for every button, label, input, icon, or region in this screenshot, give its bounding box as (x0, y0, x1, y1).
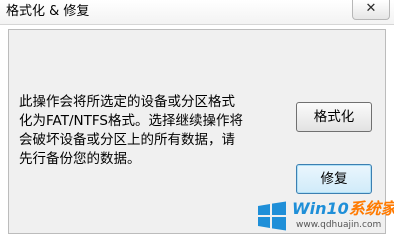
watermark: Win10系统家园 www.qdhuajin.com (256, 196, 394, 238)
watermark-title-part2: 系统家园 (348, 199, 394, 218)
title-bar[interactable]: 格式化 & 修复 ✕ (0, 0, 394, 25)
watermark-title: Win10系统家园 (292, 200, 394, 218)
window-title: 格式化 & 修复 (6, 4, 90, 19)
message-line: 此操作会将所选定的设备或分区格式 (19, 94, 235, 110)
windows-logo-icon (258, 201, 286, 231)
close-icon: ✕ (365, 1, 377, 16)
format-button[interactable]: 格式化 (296, 102, 372, 132)
dialog-window: 格式化 & 修复 ✕ 此操作会将所选定的设备或分区格式 化为FAT/NTFS格式… (0, 0, 394, 243)
repair-button[interactable]: 修复 (296, 164, 372, 194)
watermark-title-part1: Win10 (292, 199, 349, 218)
message-line: 化为FAT/NTFS格式。选择继续操作将 (19, 113, 243, 129)
warning-message: 此操作会将所选定的设备或分区格式 化为FAT/NTFS格式。选择继续操作将 会破… (19, 93, 281, 169)
message-line: 会破坏设备或分区上的所有数据，请 (19, 132, 235, 148)
close-button[interactable]: ✕ (352, 0, 390, 20)
watermark-url: www.qdhuajin.com (296, 220, 382, 230)
message-line: 先行备份您的数据。 (19, 151, 141, 167)
